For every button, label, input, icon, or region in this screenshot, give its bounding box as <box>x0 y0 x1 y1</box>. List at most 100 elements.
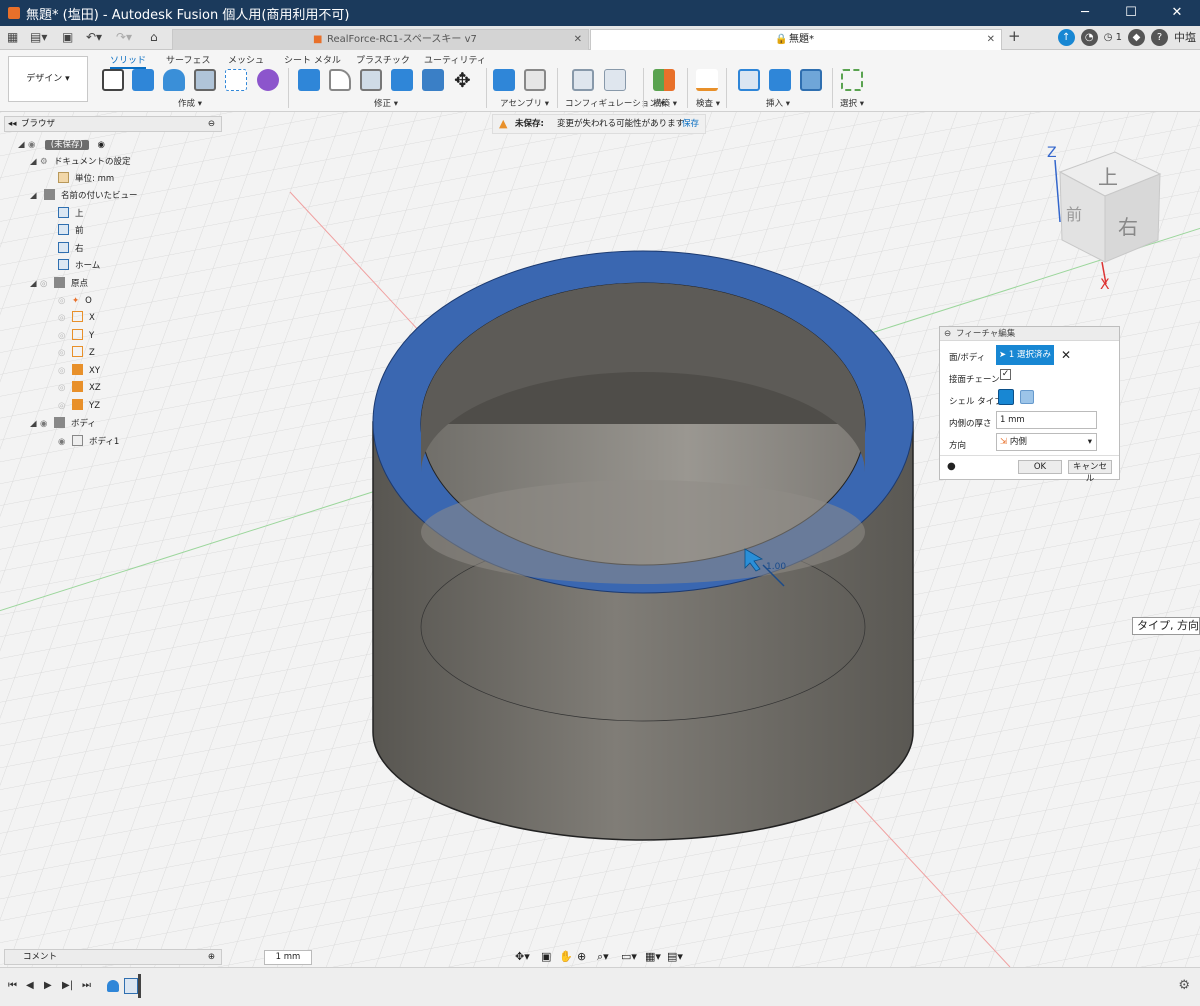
tree-origin[interactable]: ◢ ◎ 原点 <box>30 276 88 292</box>
group-create[interactable]: 作成 ▾ <box>178 97 202 109</box>
job-status-icon[interactable]: ◔ <box>1080 29 1098 46</box>
combine-icon[interactable] <box>391 69 413 91</box>
insert-canvas-icon[interactable] <box>800 69 822 91</box>
timeline-settings-icon[interactable]: ⚙ <box>1178 978 1190 993</box>
clear-selection-icon[interactable]: ✕ <box>1061 348 1071 362</box>
tree-bodies[interactable]: ◢ ◉ ボディ <box>30 416 96 432</box>
collapse-browser-icon[interactable]: ◂◂ <box>8 117 17 131</box>
pattern-icon[interactable] <box>225 69 247 91</box>
selection-button[interactable]: ➤ 1 選択済み <box>996 345 1054 365</box>
move-icon[interactable]: ✥ <box>454 69 471 91</box>
measure-icon[interactable] <box>696 69 718 91</box>
timeline-start-icon[interactable]: ⏮ <box>8 980 17 991</box>
tab-plastic[interactable]: プラスチック <box>356 53 410 66</box>
tree-view-top[interactable]: 上 <box>58 206 84 222</box>
undo-icon[interactable]: ↶▾ <box>86 30 102 44</box>
form-icon[interactable] <box>257 69 279 91</box>
timeline-extrude-feature[interactable] <box>107 980 119 992</box>
joint-icon[interactable] <box>524 69 546 91</box>
group-insert[interactable]: 挿入 ▾ <box>766 97 790 109</box>
offset-plane-icon[interactable] <box>653 69 675 91</box>
timeline-shell-feature[interactable] <box>124 978 138 994</box>
save-link[interactable]: 保存 <box>682 115 699 133</box>
group-modify[interactable]: 修正 ▾ <box>374 97 398 109</box>
tree-axis-y[interactable]: ◎ Y <box>58 328 94 344</box>
configure-icon[interactable] <box>572 69 594 91</box>
direction-select[interactable]: ⇲ 内側 ▾ <box>996 433 1097 451</box>
timeline-play-icon[interactable]: ▶ <box>44 980 52 991</box>
tree-plane-yz[interactable]: ◎ YZ <box>58 398 100 414</box>
tab-sheet-metal[interactable]: シート メタル <box>284 53 341 66</box>
learning-icon[interactable]: ◆ <box>1128 29 1145 46</box>
timeline-marker[interactable] <box>138 974 141 998</box>
tab-mesh[interactable]: メッシュ <box>228 53 264 66</box>
panel-collapse-icon[interactable]: ⊖ <box>944 327 951 341</box>
tree-view-home[interactable]: ホーム <box>58 258 100 274</box>
tab-surface[interactable]: サーフェス <box>166 53 210 66</box>
tangent-chain-checkbox[interactable]: ✓ <box>1000 369 1011 380</box>
tree-named-views[interactable]: ◢ 名前の付いたビュー <box>30 188 138 204</box>
notifications-badge[interactable]: ◷ 1 <box>1104 29 1122 46</box>
redo-icon[interactable]: ↷▾ <box>116 30 132 44</box>
grid-settings-icon[interactable]: ▦▾ <box>645 950 661 963</box>
new-tab-button[interactable]: + <box>1008 27 1021 45</box>
hole-icon[interactable] <box>194 69 216 91</box>
config-table-icon[interactable] <box>604 69 626 91</box>
fillet-icon[interactable] <box>329 69 351 91</box>
comments-panel[interactable]: コメント ⊕ <box>4 949 222 965</box>
viewports-icon[interactable]: ▤▾ <box>667 950 683 963</box>
minimize-button[interactable]: ─ <box>1062 0 1108 26</box>
tree-view-right[interactable]: 右 <box>58 241 84 257</box>
add-comment-icon[interactable]: ⊕ <box>208 950 215 964</box>
tree-axis-z[interactable]: ◎ Z <box>58 345 95 361</box>
timeline-next-icon[interactable]: ▶| <box>62 980 73 991</box>
revolve-icon[interactable] <box>163 69 185 91</box>
insert-mcmaster-icon[interactable] <box>769 69 791 91</box>
workspace-switcher[interactable]: デザイン ▾ <box>8 56 88 102</box>
help-icon[interactable]: ? <box>1151 29 1168 46</box>
timeline-prev-icon[interactable]: ◀ <box>26 980 34 991</box>
new-component-icon[interactable] <box>493 69 515 91</box>
ok-button[interactable]: OK <box>1018 460 1062 474</box>
extensions-icon[interactable]: ↑ <box>1057 29 1075 46</box>
shell-type-sharp-icon[interactable] <box>998 389 1014 405</box>
tab-solid[interactable]: ソリッド <box>110 53 147 69</box>
inner-thickness-input[interactable]: 1 mm <box>996 411 1097 429</box>
group-configuration[interactable]: コンフィギュレーション ▾ <box>565 97 665 109</box>
browser-minimize-icon[interactable]: ⊖ <box>208 117 215 131</box>
save-icon[interactable]: ▣ <box>62 30 73 44</box>
zoom-window-icon[interactable]: ⊕ <box>577 950 586 963</box>
look-at-icon[interactable]: ▣ <box>541 950 551 963</box>
info-icon[interactable]: ● <box>947 461 956 472</box>
display-settings-icon[interactable]: ▭▾ <box>621 950 637 963</box>
group-select[interactable]: 選択 ▾ <box>840 97 864 109</box>
tree-plane-xz[interactable]: ◎ XZ <box>58 380 101 396</box>
group-assembly[interactable]: アセンブリ ▾ <box>500 97 549 109</box>
orbit-icon[interactable]: ✥▾ <box>515 950 530 963</box>
shell-type-rounded-icon[interactable] <box>1020 390 1034 404</box>
tree-root[interactable]: ◢ ◉ (未保存) ◉ <box>18 137 105 153</box>
tab-close-icon[interactable]: ✕ <box>987 30 995 49</box>
press-pull-icon[interactable] <box>298 69 320 91</box>
timeline-end-icon[interactable]: ⏭ <box>82 980 91 991</box>
shell-icon[interactable] <box>360 69 382 91</box>
tree-doc-settings[interactable]: ◢ ⚙ ドキュメントの設定 <box>30 154 131 170</box>
tree-axis-x[interactable]: ◎ X <box>58 310 95 326</box>
tree-body1[interactable]: ◉ ボディ1 <box>58 434 119 450</box>
close-window-button[interactable]: ✕ <box>1154 0 1200 26</box>
tree-plane-xy[interactable]: ◎ XY <box>58 363 100 379</box>
home-icon[interactable]: ⌂ <box>150 30 158 44</box>
tab-close-icon[interactable]: ✕ <box>574 30 582 49</box>
tab-utility[interactable]: ユーティリティ <box>424 53 486 66</box>
group-construct[interactable]: 構築 ▾ <box>653 97 677 109</box>
select-icon[interactable] <box>841 69 863 91</box>
tree-view-front[interactable]: 前 <box>58 223 84 239</box>
tree-origin-point[interactable]: ◎ ✦ O <box>58 293 92 309</box>
cancel-button[interactable]: キャンセル <box>1068 460 1112 484</box>
browser-panel-header[interactable]: ◂◂ ブラウザ ⊖ <box>4 116 222 132</box>
canvas-viewport[interactable]: 1.00 上 前 右 Z X ▲ 未保存: 変更が失われる可能性があります 保存 <box>0 112 1200 967</box>
app-grid-icon[interactable]: ▦ <box>7 30 18 44</box>
grid-unit-box[interactable]: 1 mm <box>264 950 312 965</box>
maximize-button[interactable]: ☐ <box>1108 0 1154 26</box>
offset-face-icon[interactable] <box>422 69 444 91</box>
